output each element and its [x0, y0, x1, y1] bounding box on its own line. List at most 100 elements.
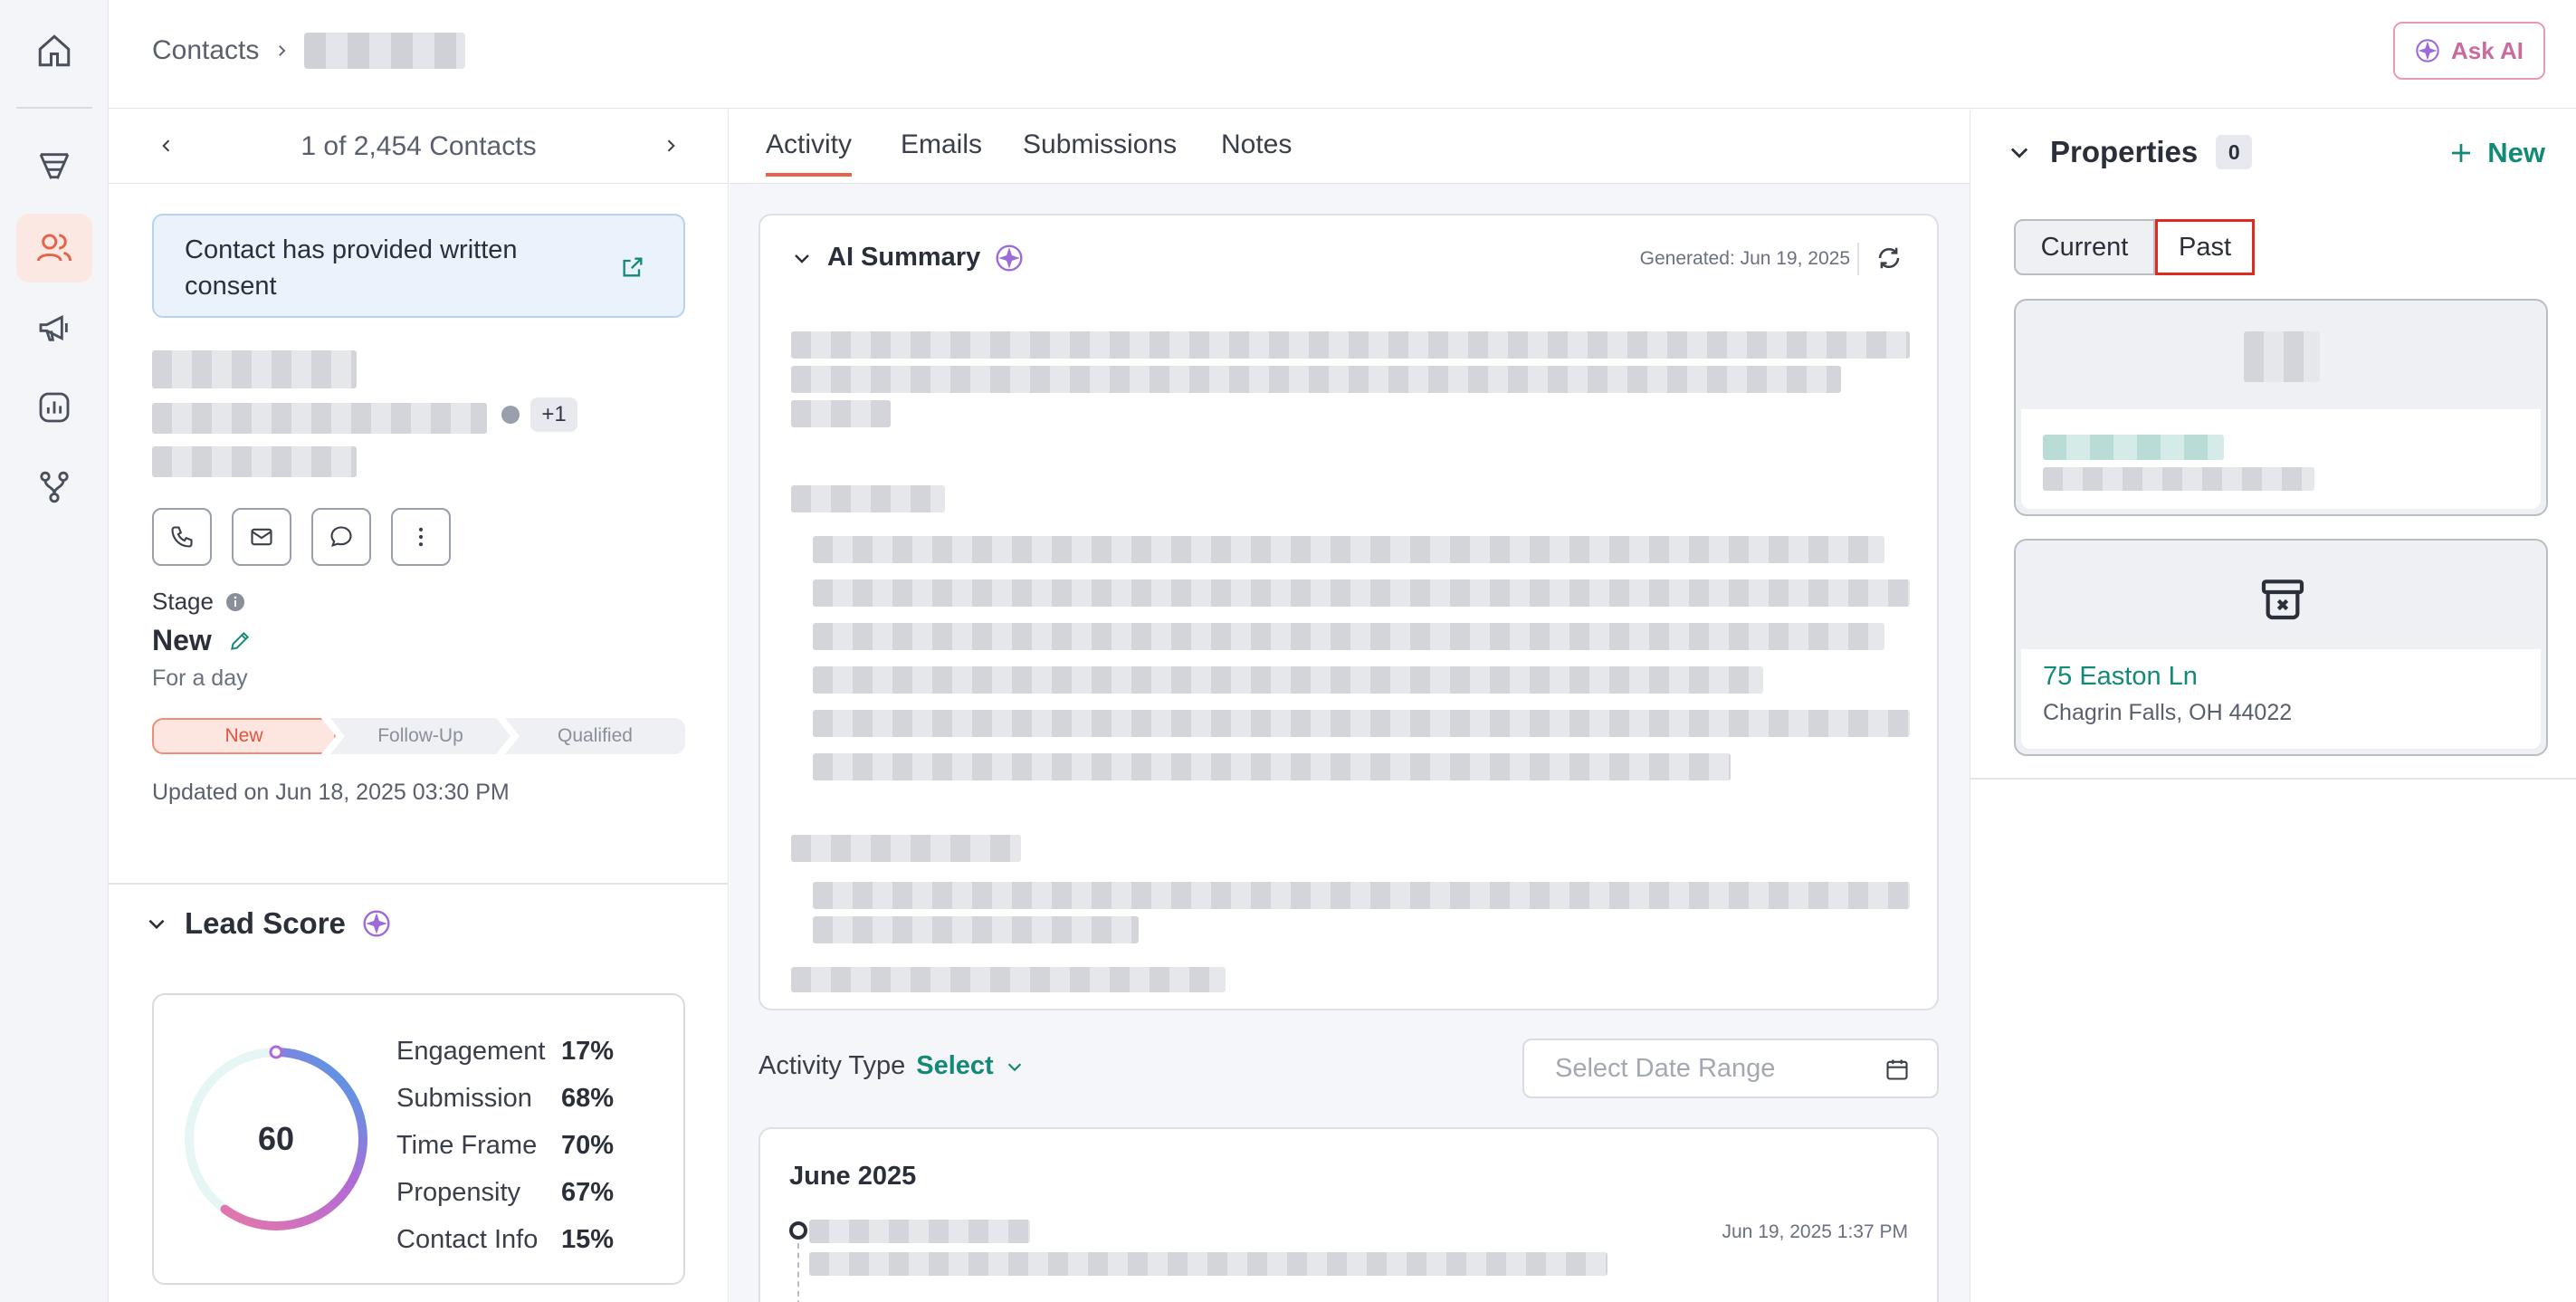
ai-generated-date: Generated: Jun 19, 2025 [1639, 248, 1850, 269]
summary-text-redacted [791, 366, 1841, 393]
date-range-placeholder: Select Date Range [1555, 1053, 1776, 1083]
factor-value: 17% [561, 1036, 615, 1066]
edit-pencil-icon[interactable] [228, 629, 252, 653]
tab-submissions[interactable]: Submissions [1023, 129, 1177, 173]
phone-icon [171, 526, 193, 548]
property-address-link[interactable]: 75 Easton Ln [2043, 662, 2198, 692]
tab-emails[interactable]: Emails [901, 129, 982, 173]
factor-label: Submission [396, 1083, 532, 1113]
info-icon[interactable] [224, 591, 246, 613]
updated-timestamp: Updated on Jun 18, 2025 03:30 PM [152, 780, 510, 805]
property-city-redacted [2043, 467, 2314, 491]
call-button[interactable] [152, 508, 212, 566]
chevron-down-icon [1007, 1062, 1021, 1071]
factor-label: Contact Info [396, 1224, 539, 1254]
activity-panel: Activity Emails Submissions Notes AI Sum… [730, 110, 1970, 1302]
summary-text-redacted [791, 400, 891, 427]
chat-icon [330, 526, 352, 547]
email-button[interactable] [232, 508, 291, 566]
properties-count-badge: 0 [2216, 135, 2253, 169]
ai-sparkle-icon [996, 244, 1023, 272]
kebab-menu-icon [418, 527, 424, 547]
activity-type-label: Activity Type [758, 1051, 906, 1080]
timeline-dot [789, 1221, 807, 1240]
next-contact-button[interactable] [653, 128, 689, 164]
properties-panel: Properties 0 New Current Past 75 Easton … [1970, 110, 2576, 1302]
more-actions-button[interactable] [391, 508, 451, 566]
contact-email-redacted [152, 403, 487, 434]
timeline-connector [797, 1243, 799, 1302]
section-divider [1970, 778, 2576, 780]
contacts-icon[interactable] [16, 214, 92, 282]
pipeline-step-follow-up[interactable]: Follow-Up [330, 718, 510, 754]
properties-header[interactable]: Properties 0 [2007, 135, 2253, 169]
property-image-redacted [2244, 331, 2320, 382]
refresh-icon[interactable] [1875, 244, 1903, 276]
prev-contact-button[interactable] [148, 128, 185, 164]
score-factors: Engagement 17% Submission 68% Time Frame 70… [396, 1028, 614, 1263]
ask-ai-button[interactable]: Ask AI [2393, 22, 2545, 80]
external-link-icon[interactable] [620, 254, 645, 290]
score-factor-row: Propensity 67% [396, 1169, 614, 1216]
timeline-entry-title-redacted [809, 1220, 1030, 1243]
divider [1857, 243, 1859, 275]
ai-sparkle-icon [363, 910, 390, 937]
contact-pager: 1 of 2,454 Contacts [109, 110, 729, 184]
consent-text: Contact has provided written consent [185, 235, 518, 301]
segment-current[interactable]: Current [2014, 219, 2155, 275]
summary-text-redacted [791, 485, 945, 512]
property-city: Chagrin Falls, OH 44022 [2043, 700, 2293, 725]
summary-text-redacted [813, 882, 1910, 909]
date-range-input[interactable]: Select Date Range [1522, 1039, 1939, 1098]
timeline-entry-text-redacted [809, 1252, 1608, 1276]
lead-score-header[interactable]: Lead Score [145, 906, 391, 941]
factor-value: 68% [561, 1083, 615, 1113]
pipeline-step-qualified[interactable]: Qualified [505, 718, 685, 754]
message-button[interactable] [311, 508, 371, 566]
pipeline-step-new[interactable]: New [152, 718, 336, 754]
property-card-redacted[interactable] [2014, 299, 2548, 516]
breadcrumb-contact-name-redacted [304, 33, 466, 69]
new-property-button[interactable]: New [2447, 137, 2545, 169]
tab-notes[interactable]: Notes [1221, 129, 1292, 173]
summary-text-redacted [791, 967, 1226, 992]
summary-text-redacted [813, 710, 1910, 737]
sparkle-icon [2416, 39, 2439, 62]
stage-value: New [152, 624, 212, 656]
more-emails-badge[interactable]: +1 [530, 397, 577, 432]
breadcrumb-contacts-link[interactable]: Contacts [152, 35, 259, 66]
plus-icon [2452, 144, 2471, 162]
calendar-icon [1884, 1057, 1910, 1089]
score-factor-row: Time Frame 70% [396, 1122, 614, 1169]
activity-timeline: June 2025 Jun 19, 2025 1:37 PM [758, 1127, 1939, 1302]
stage-pipeline: New Follow-Up Qualified [152, 718, 685, 754]
factor-value: 67% [561, 1177, 615, 1207]
new-property-label: New [2487, 137, 2545, 168]
factor-value: 70% [561, 1130, 615, 1160]
factor-value: 15% [561, 1224, 615, 1254]
factor-label: Time Frame [396, 1130, 538, 1160]
contact-panel: 1 of 2,454 Contacts Contact has provided… [109, 110, 729, 1302]
activity-type-select[interactable]: Select [916, 1051, 1024, 1081]
segment-past[interactable]: Past [2155, 219, 2255, 275]
property-card-body [2021, 409, 2541, 509]
reports-icon[interactable] [16, 373, 92, 442]
property-address-redacted [2043, 435, 2224, 460]
consent-banner: Contact has provided written consent [152, 214, 685, 318]
properties-title: Properties [2050, 135, 2199, 168]
megaphone-icon[interactable] [16, 293, 92, 362]
timeline-entry-timestamp: Jun 19, 2025 1:37 PM [1722, 1221, 1909, 1243]
funnel-icon[interactable] [16, 132, 92, 201]
workflow-icon[interactable] [16, 453, 92, 522]
property-card-past[interactable]: 75 Easton Ln Chagrin Falls, OH 44022 [2014, 539, 2548, 756]
timeline-month: June 2025 [789, 1162, 917, 1191]
rail-divider [16, 107, 92, 109]
summary-text-redacted [813, 579, 1910, 607]
home-icon[interactable] [16, 16, 92, 85]
factor-label: Engagement [396, 1036, 546, 1066]
mail-icon [251, 528, 272, 546]
activity-type-filter: Activity Type Select [758, 1051, 1025, 1081]
contact-name-redacted [152, 350, 357, 388]
tab-activity[interactable]: Activity [766, 129, 853, 177]
ai-summary-header[interactable]: AI Summary [791, 243, 1024, 273]
